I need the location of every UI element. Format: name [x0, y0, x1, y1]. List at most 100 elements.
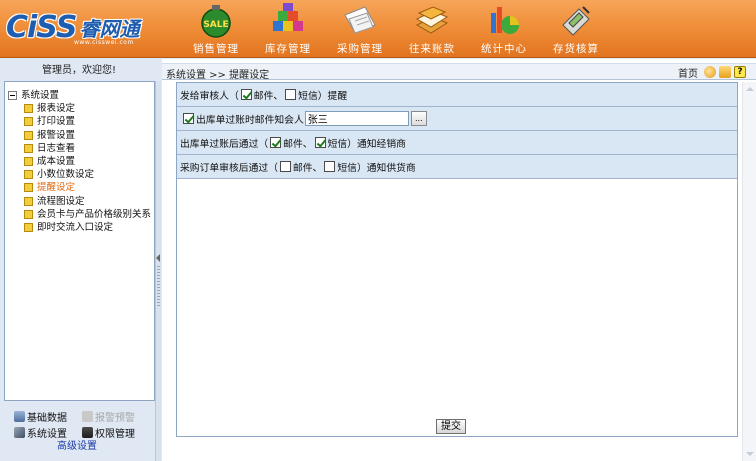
- nav-statistics[interactable]: 统计中心: [468, 0, 540, 58]
- scroll-up-icon[interactable]: [746, 87, 754, 91]
- permission-mgmt-button[interactable]: 权限管理: [82, 425, 150, 440]
- basic-data-label: 基础数据: [27, 412, 67, 424]
- permission-mgmt-label: 权限管理: [95, 428, 135, 440]
- tree-item-label[interactable]: 成本设置: [37, 155, 75, 168]
- tree-item-reminder[interactable]: 提醒设定: [5, 181, 154, 194]
- tree-item-label[interactable]: 打印设置: [37, 115, 75, 128]
- folder-icon: [24, 143, 33, 153]
- tree-item-alarm[interactable]: 报警设置: [5, 129, 154, 142]
- nav-purchase[interactable]: 采购管理: [324, 0, 396, 58]
- browse-button[interactable]: ...: [410, 111, 427, 126]
- approver-email-checkbox[interactable]: [240, 89, 252, 100]
- email-label: 邮件、: [253, 90, 284, 102]
- collapse-left-icon[interactable]: [156, 254, 160, 262]
- tree-item-label[interactable]: 流程图设定: [37, 195, 85, 208]
- scroll-down-icon[interactable]: [746, 452, 754, 456]
- alarm-warning-button[interactable]: 报警预警: [82, 409, 150, 424]
- papers-icon: [344, 6, 376, 34]
- nav-sales[interactable]: SALE 销售管理: [180, 0, 252, 58]
- tree-item-label[interactable]: 小数位数设定: [37, 168, 94, 181]
- email-label: 邮件、: [283, 138, 313, 150]
- distributor-sms-checkbox[interactable]: [314, 137, 326, 148]
- nav-inventory[interactable]: 库存管理: [252, 0, 324, 58]
- main-nav: SALE 销售管理 库存管理 采购管理 往来账款 统计中心 存货核算: [180, 0, 612, 58]
- tree-item-cost[interactable]: 成本设置: [5, 155, 154, 168]
- tree-item-label[interactable]: 会员卡与产品价格级别关系: [37, 208, 151, 221]
- form-row-notify-person: 出库单过账时邮件知会人 ...: [177, 107, 737, 131]
- reminder-form: 发给审核人（ 邮件、 短信）提醒 出库单过账时邮件知会人 ... 出库单过账后通…: [176, 82, 738, 437]
- logo-url: www.cisswei.com: [74, 39, 134, 46]
- home-link[interactable]: 首页: [678, 65, 698, 80]
- tree-item-member-price[interactable]: 会员卡与产品价格级别关系: [5, 208, 154, 221]
- nav-accounts[interactable]: 往来账款: [396, 0, 468, 58]
- system-settings-button[interactable]: 系统设置: [14, 425, 82, 440]
- system-settings-label: 系统设置: [27, 428, 67, 440]
- tree-item-flowchart[interactable]: 流程图设定: [5, 195, 154, 208]
- svg-text:SALE: SALE: [203, 20, 228, 30]
- bottom-menu: 基础数据 报警预警 系统设置 权限管理 高级设置: [14, 408, 154, 454]
- email-label: 邮件、: [292, 162, 323, 174]
- help-icon[interactable]: ?: [734, 66, 746, 78]
- nav-cost-accounting[interactable]: 存货核算: [540, 0, 612, 58]
- alarm-warning-label: 报警预警: [95, 412, 135, 424]
- sms-label: 短信）通知供货商: [337, 162, 416, 174]
- nav-inventory-label: 库存管理: [265, 43, 311, 55]
- tree-item-report[interactable]: 报表设定: [5, 102, 154, 115]
- tree-item-im-entry[interactable]: 即时交流入口设定: [5, 221, 154, 234]
- advanced-settings-link[interactable]: 高级设置: [0, 440, 154, 454]
- tree-root-label: 系统设置: [21, 90, 60, 102]
- tree-item-log[interactable]: 日志查看: [5, 142, 154, 155]
- folder-icon: [24, 104, 33, 114]
- row-prefix: 发给审核人（: [180, 90, 239, 102]
- calculator-icon: [562, 6, 590, 36]
- distributor-email-checkbox[interactable]: [270, 137, 282, 148]
- tree-item-label[interactable]: 报表设定: [37, 102, 75, 115]
- folder-icon: [24, 196, 33, 206]
- breadcrumb-bar: 系统设置 >> 提醒设定 首页 ?: [162, 63, 756, 81]
- approver-sms-checkbox[interactable]: [285, 89, 297, 100]
- settings-tree: 系统设置 报表设定 打印设置 报警设置 日志查看 成本设置 小数位数设定 提醒设…: [4, 81, 155, 401]
- folder-icon: [24, 170, 33, 180]
- wrench-icon: [14, 426, 25, 438]
- row-prefix: 出库单过账后通过（: [180, 138, 269, 150]
- form-row-approver: 发给审核人（ 邮件、 短信）提醒: [177, 83, 737, 107]
- row-prefix: 采购订单审核后通过（: [180, 162, 278, 174]
- form-row-distributor: 出库单过账后通过（ 邮件、 短信）通知经销商: [177, 131, 737, 155]
- submit-button[interactable]: 提交: [436, 419, 466, 434]
- folder-icon[interactable]: [719, 66, 731, 78]
- folder-icon: [24, 117, 33, 127]
- tree-item-label[interactable]: 日志查看: [37, 142, 75, 155]
- tree-item-print[interactable]: 打印设置: [5, 115, 154, 128]
- folder-icon: [24, 222, 33, 232]
- panel-splitter[interactable]: [155, 81, 161, 461]
- supplier-sms-checkbox[interactable]: [324, 161, 336, 172]
- logo-cn-text: 睿网通: [79, 16, 140, 41]
- top-banner: CiSS 睿网通 www.cisswei.com SALE 销售管理 库存管理: [0, 0, 756, 58]
- supplier-email-checkbox[interactable]: [279, 161, 291, 172]
- splitter-grip: [157, 266, 160, 306]
- nav-accounts-label: 往来账款: [409, 43, 455, 55]
- nav-sales-label: 销售管理: [193, 43, 239, 55]
- basic-data-button[interactable]: 基础数据: [14, 409, 82, 424]
- collapse-icon[interactable]: [8, 91, 17, 101]
- notify-person-input[interactable]: [304, 111, 409, 126]
- sale-icon: SALE: [201, 5, 231, 38]
- tree-item-label[interactable]: 提醒设定: [37, 181, 75, 194]
- logo: CiSS 睿网通: [6, 10, 140, 45]
- blocks-icon: [273, 3, 303, 31]
- welcome-text: 管理员，欢迎您!: [41, 65, 116, 76]
- users-icon: [82, 426, 93, 438]
- main-area: 系统设置 >> 提醒设定 首页 ? 发给审核人（ 邮件、 短信）提醒 出库单过账…: [162, 59, 756, 461]
- tree-item-decimal[interactable]: 小数位数设定: [5, 168, 154, 181]
- form-row-supplier: 采购订单审核后通过（ 邮件、 短信）通知供货商: [177, 155, 737, 179]
- refresh-icon[interactable]: [704, 66, 716, 78]
- tree-root[interactable]: 系统设置: [5, 89, 154, 102]
- folder-icon: [24, 157, 33, 167]
- tree-item-label[interactable]: 报警设置: [37, 129, 75, 142]
- notify-person-checkbox[interactable]: [183, 113, 194, 124]
- left-panel: 管理员，欢迎您! 系统设置 报表设定 打印设置 报警设置 日志查看 成本设置 小: [0, 59, 162, 461]
- vertical-scrollbar[interactable]: [742, 82, 756, 461]
- folder-icon: [24, 183, 33, 193]
- table-icon: [14, 410, 25, 422]
- tree-item-label[interactable]: 即时交流入口设定: [37, 221, 113, 234]
